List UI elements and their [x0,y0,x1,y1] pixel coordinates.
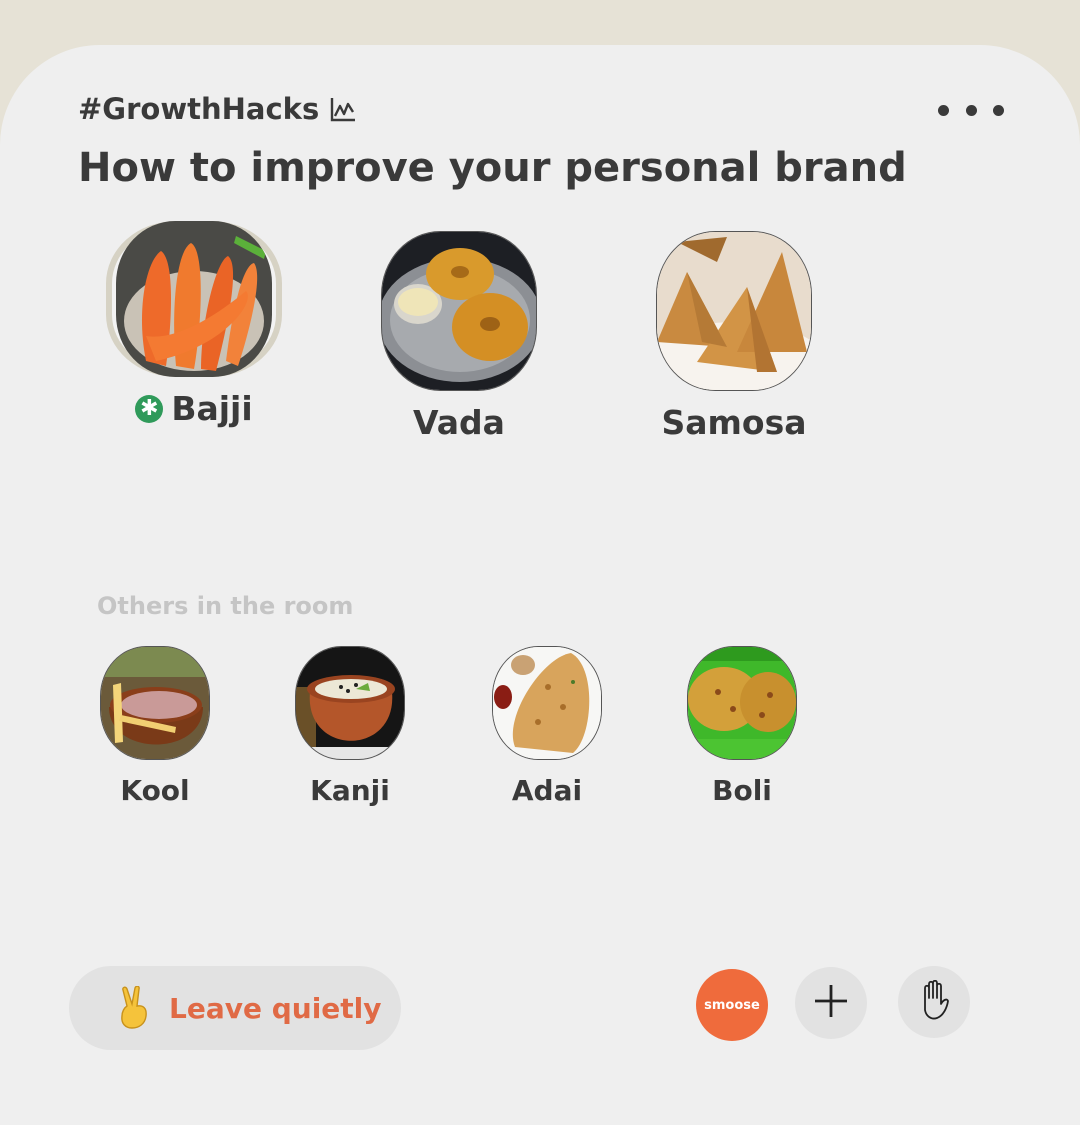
speaker-name-row: ✱ Bajji [84,389,304,428]
smoose-logo: smoose [704,997,760,1013]
room-topic[interactable]: #GrowthHacks [78,92,357,126]
listener-adai[interactable]: Adai [472,646,622,807]
avatar [492,646,602,760]
avatar [295,646,405,760]
smoose-button[interactable]: smoose [696,969,768,1041]
speaker-vada[interactable]: Vada [349,231,569,442]
leave-quietly-button[interactable]: Leave quietly [69,966,401,1050]
listener-name: Kanji [310,774,390,807]
hand-icon [917,979,951,1024]
avatar [381,231,537,391]
dot-icon [938,104,949,116]
listener-boli[interactable]: Boli [667,646,817,807]
chart-icon [329,95,357,123]
speaker-bajji[interactable]: ✱ Bajji [84,221,304,428]
leave-label: Leave quietly [169,991,382,1025]
dot-icon [993,104,1004,116]
raise-hand-button[interactable] [898,966,970,1038]
listener-name: Boli [712,774,772,807]
speaker-name: Vada [413,403,505,442]
topic-label: #GrowthHacks [78,92,320,126]
listener-kanji[interactable]: Kanji [275,646,425,807]
more-options-button[interactable] [938,98,1004,122]
add-button[interactable] [795,967,867,1039]
listener-name: Kool [120,774,190,807]
avatar [100,646,210,760]
plus-icon [813,983,849,1023]
avatar [116,221,272,377]
speaker-name-row: Vada [349,403,569,442]
avatar [687,646,797,760]
avatar [656,231,812,391]
speaker-name: Samosa [661,403,807,442]
speaker-samosa[interactable]: Samosa [624,231,844,442]
dot-icon [965,104,977,116]
others-section-label: Others in the room [97,592,354,620]
listener-name: Adai [511,774,583,807]
listener-kool[interactable]: Kool [80,646,230,807]
speaking-ring [106,221,282,377]
victory-hand-icon [115,985,155,1030]
room-card [0,45,1080,1125]
speaker-name: Bajji [171,389,253,428]
room-title: How to improve your personal brand [78,145,907,191]
speaker-name-row: Samosa [624,403,844,442]
moderator-badge-icon: ✱ [135,394,164,423]
